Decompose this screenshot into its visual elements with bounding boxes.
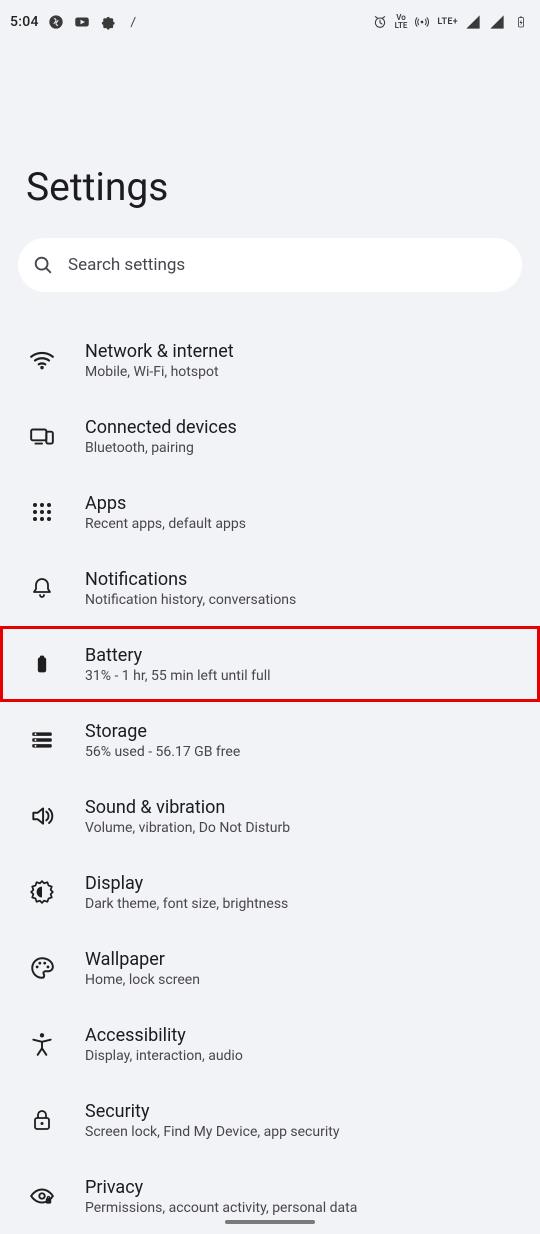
apps-grid-icon [25,495,59,529]
settings-item-title: Notifications [85,569,296,590]
extension-icon [99,13,117,31]
settings-item-texts: Display Dark theme, font size, brightnes… [85,873,288,912]
settings-item-texts: Battery 31% - 1 hr, 55 min left until fu… [85,645,271,684]
search-placeholder: Search settings [68,255,185,275]
settings-item-subtitle: Display, interaction, audio [85,1048,243,1064]
settings-item-texts: Connected devices Bluetooth, pairing [85,417,237,456]
signal-icon-1 [464,13,482,31]
settings-item-display[interactable]: Display Dark theme, font size, brightnes… [0,854,540,930]
devices-icon [25,419,59,453]
settings-item-battery[interactable]: Battery 31% - 1 hr, 55 min left until fu… [0,626,540,702]
settings-item-subtitle: Mobile, Wi-Fi, hotspot [85,364,234,380]
shazam-icon [47,13,65,31]
settings-item-subtitle: Bluetooth, pairing [85,440,237,456]
brightness-icon [25,875,59,909]
settings-item-title: Sound & vibration [85,797,290,818]
bell-icon [25,571,59,605]
settings-list: Network & internet Mobile, Wi-Fi, hotspo… [0,322,540,1234]
accessibility-icon [25,1027,59,1061]
settings-item-storage[interactable]: Storage 56% used - 56.17 GB free [0,702,540,778]
battery-icon [25,647,59,681]
settings-item-subtitle: Screen lock, Find My Device, app securit… [85,1124,339,1140]
volte-icon: Vo LTE [395,14,408,30]
status-right: Vo LTE LTE+ [371,13,530,31]
settings-item-title: Wallpaper [85,949,200,970]
settings-item-title: Privacy [85,1177,357,1198]
settings-item-title: Connected devices [85,417,237,438]
settings-item-accessibility[interactable]: Accessibility Display, interaction, audi… [0,1006,540,1082]
settings-item-subtitle: Permissions, account activity, personal … [85,1200,357,1216]
settings-item-apps[interactable]: Apps Recent apps, default apps [0,474,540,550]
settings-item-subtitle: Notification history, conversations [85,592,296,608]
search-icon [32,254,54,276]
settings-item-connected-devices[interactable]: Connected devices Bluetooth, pairing [0,398,540,474]
wifi-icon [25,343,59,377]
gesture-bar [225,1220,315,1224]
lte-plus-label: LTE+ [437,17,458,27]
signal-icon-2 [488,13,506,31]
settings-item-title: Display [85,873,288,894]
settings-item-texts: Accessibility Display, interaction, audi… [85,1025,243,1064]
settings-item-subtitle: 56% used - 56.17 GB free [85,744,240,760]
slash-icon [125,13,143,31]
settings-item-texts: Security Screen lock, Find My Device, ap… [85,1101,339,1140]
settings-item-subtitle: Recent apps, default apps [85,516,246,532]
settings-item-notifications[interactable]: Notifications Notification history, conv… [0,550,540,626]
volte-bottom: LTE [395,21,408,30]
alarm-icon [371,13,389,31]
speaker-icon [25,799,59,833]
settings-item-texts: Apps Recent apps, default apps [85,493,246,532]
settings-item-subtitle: Volume, vibration, Do Not Disturb [85,820,290,836]
settings-item-texts: Network & internet Mobile, Wi-Fi, hotspo… [85,341,234,380]
settings-item-subtitle: Home, lock screen [85,972,200,988]
settings-item-title: Network & internet [85,341,234,362]
status-left: 5:04 [10,13,143,31]
settings-item-texts: Privacy Permissions, account activity, p… [85,1177,357,1216]
settings-item-title: Accessibility [85,1025,243,1046]
settings-item-title: Security [85,1101,339,1122]
settings-item-texts: Wallpaper Home, lock screen [85,949,200,988]
settings-item-texts: Sound & vibration Volume, vibration, Do … [85,797,290,836]
lock-icon [25,1103,59,1137]
settings-item-title: Storage [85,721,240,742]
status-time: 5:04 [10,14,39,30]
settings-item-sound[interactable]: Sound & vibration Volume, vibration, Do … [0,778,540,854]
settings-item-security[interactable]: Security Screen lock, Find My Device, ap… [0,1082,540,1158]
hotspot-icon [413,13,431,31]
settings-item-texts: Notifications Notification history, conv… [85,569,296,608]
settings-item-title: Apps [85,493,246,514]
storage-icon [25,723,59,757]
privacy-eye-icon [25,1179,59,1213]
settings-item-subtitle: Dark theme, font size, brightness [85,896,288,912]
status-bar: 5:04 Vo LTE LTE+ [0,0,540,44]
settings-item-wallpaper[interactable]: Wallpaper Home, lock screen [0,930,540,1006]
settings-item-texts: Storage 56% used - 56.17 GB free [85,721,240,760]
youtube-icon [73,13,91,31]
palette-icon [25,951,59,985]
settings-item-title: Battery [85,645,271,666]
settings-item-network[interactable]: Network & internet Mobile, Wi-Fi, hotspo… [0,322,540,398]
search-input[interactable]: Search settings [18,238,522,292]
battery-status-icon [512,13,530,31]
settings-item-subtitle: 31% - 1 hr, 55 min left until full [85,668,271,684]
page-title: Settings [0,44,540,238]
